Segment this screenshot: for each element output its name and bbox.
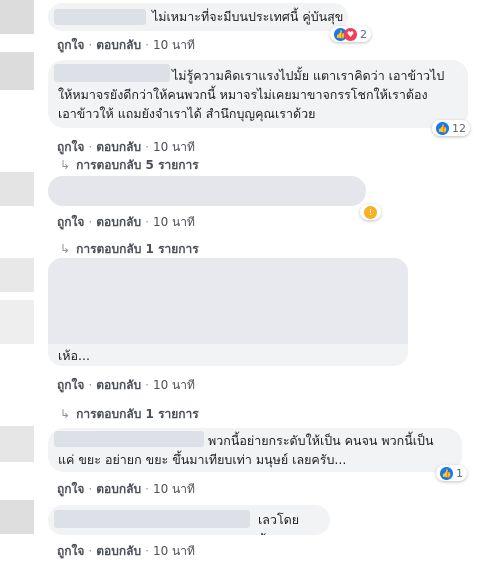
comment-text-line: เอาข้าวให้ แถมยังจำเราได้ สำนึกบุญคุณเรา… bbox=[58, 106, 316, 121]
like-button[interactable]: ถูกใจ bbox=[57, 140, 84, 154]
avatar[interactable] bbox=[0, 52, 34, 90]
reply-button[interactable]: ตอบกลับ bbox=[96, 215, 141, 229]
timestamp[interactable]: 10 นาที bbox=[153, 140, 195, 154]
comment-text-line: ให้หมาจรยังดีกว่าให้คนพวกนี้ หมาจรไม่เคย… bbox=[58, 87, 428, 102]
author-name-redacted[interactable] bbox=[54, 431, 204, 447]
like-button[interactable]: ถูกใจ bbox=[57, 38, 84, 52]
comment-bubble: พวกนี้อย่ายกระดับให้เป็น คนจน พวกนี้เป็น… bbox=[48, 428, 462, 472]
view-replies-link[interactable]: ↳ การตอบกลับ 1 รายการ bbox=[60, 405, 199, 424]
view-replies-link[interactable]: ↳ การตอบกลับ 1 รายการ bbox=[60, 240, 199, 259]
comment-actions: ถูกใจ · ตอบกลับ · 10 นาที bbox=[57, 38, 195, 52]
comment-actions: ถูกใจ · ตอบกลับ · 10 นาที bbox=[57, 378, 195, 392]
reaction-count: 2 bbox=[360, 27, 367, 41]
avatar[interactable] bbox=[0, 0, 34, 34]
reply-arrow-icon: ↳ bbox=[60, 158, 71, 172]
author-name-redacted[interactable] bbox=[54, 64, 170, 82]
view-replies-link[interactable]: ↳ การตอบกลับ 5 รายการ bbox=[60, 156, 199, 175]
avatar[interactable] bbox=[0, 172, 34, 206]
reply-button[interactable]: ตอบกลับ bbox=[96, 140, 141, 154]
comment-bubble: เลวโดยสันดาน bbox=[48, 505, 330, 535]
comment-text: ไม่เหมาะที่จะมีบนประเทศนี้ คู่บันสุข bbox=[152, 9, 344, 24]
reaction-summary[interactable]: 👍 1 bbox=[436, 465, 467, 481]
timestamp[interactable]: 10 นาที bbox=[153, 215, 195, 229]
reply-button[interactable]: ตอบกลับ bbox=[96, 378, 141, 392]
comment-text-line: แค่ ขยะ อย่ายก ขยะ ขึ้นมาเทียบเท่า มนุษย… bbox=[58, 452, 347, 467]
comment-bubble bbox=[48, 176, 366, 206]
replies-count-label: การตอบกลับ 5 รายการ bbox=[76, 158, 199, 172]
replies-count-label: การตอบกลับ 1 รายการ bbox=[76, 242, 199, 256]
author-name-redacted[interactable] bbox=[54, 9, 146, 25]
comment-actions: ถูกใจ · ตอบกลับ · 10 นาที bbox=[57, 215, 195, 229]
like-icon: 👍 bbox=[436, 121, 449, 135]
comment-content-redacted bbox=[48, 258, 408, 344]
timestamp[interactable]: 10 นาที bbox=[153, 38, 195, 52]
reaction-count: 1 bbox=[456, 466, 463, 480]
comment-content-redacted bbox=[48, 176, 366, 206]
love-icon: ♥ bbox=[344, 27, 357, 41]
reaction-summary[interactable]: 👍 ♥ 2 bbox=[330, 26, 371, 42]
like-button[interactable]: ถูกใจ bbox=[57, 215, 84, 229]
avatar[interactable] bbox=[0, 258, 34, 292]
reaction-summary[interactable]: ! bbox=[360, 204, 381, 220]
like-icon: 👍 bbox=[440, 466, 453, 480]
comment-text-line: ไม่รู้ความคิดเราแรงไปมั้ย แตาเราคิดว่า เ… bbox=[172, 68, 445, 83]
reply-button[interactable]: ตอบกลับ bbox=[96, 38, 141, 52]
comment-actions: ถูกใจ · ตอบกลับ · 10 นาที bbox=[57, 140, 195, 154]
reply-arrow-icon: ↳ bbox=[60, 407, 71, 421]
author-name-redacted[interactable] bbox=[54, 510, 250, 528]
comment-text-line: พวกนี้อย่ายกระดับให้เป็น คนจน พวกนี้เป็น bbox=[208, 433, 434, 448]
reply-button[interactable]: ตอบกลับ bbox=[96, 482, 141, 496]
timestamp[interactable]: 10 นาที bbox=[153, 544, 195, 558]
comment-actions: ถูกใจ · ตอบกลับ · 10 นาที bbox=[57, 482, 195, 496]
like-button[interactable]: ถูกใจ bbox=[57, 378, 84, 392]
reply-arrow-icon: ↳ bbox=[60, 242, 71, 256]
like-button[interactable]: ถูกใจ bbox=[57, 544, 84, 558]
comment-text: เห้อ... bbox=[58, 348, 90, 363]
like-button[interactable]: ถูกใจ bbox=[57, 482, 84, 496]
comment-bubble: ไม่รู้ความคิดเราแรงไปมั้ย แตาเราคิดว่า เ… bbox=[48, 60, 468, 128]
reaction-count: 12 bbox=[452, 121, 466, 135]
comment-text: เลวโดยสันดาน bbox=[258, 512, 300, 535]
timestamp[interactable]: 10 นาที bbox=[153, 482, 195, 496]
avatar[interactable] bbox=[0, 426, 34, 462]
comment-bubble: เห้อ... bbox=[48, 258, 408, 366]
avatar[interactable] bbox=[0, 500, 34, 534]
reaction-summary[interactable]: 👍 12 bbox=[432, 120, 470, 136]
reply-button[interactable]: ตอบกลับ bbox=[96, 544, 141, 558]
replies-count-label: การตอบกลับ 1 รายการ bbox=[76, 407, 199, 421]
timestamp[interactable]: 10 นาที bbox=[153, 378, 195, 392]
avatar-blur bbox=[0, 300, 34, 344]
comment-bubble: ไม่เหมาะที่จะมีบนประเทศนี้ คู่บันสุข bbox=[48, 3, 348, 31]
comment-actions: ถูกใจ · ตอบกลับ · 10 นาที bbox=[57, 544, 195, 558]
wow-icon: ! bbox=[364, 205, 377, 219]
